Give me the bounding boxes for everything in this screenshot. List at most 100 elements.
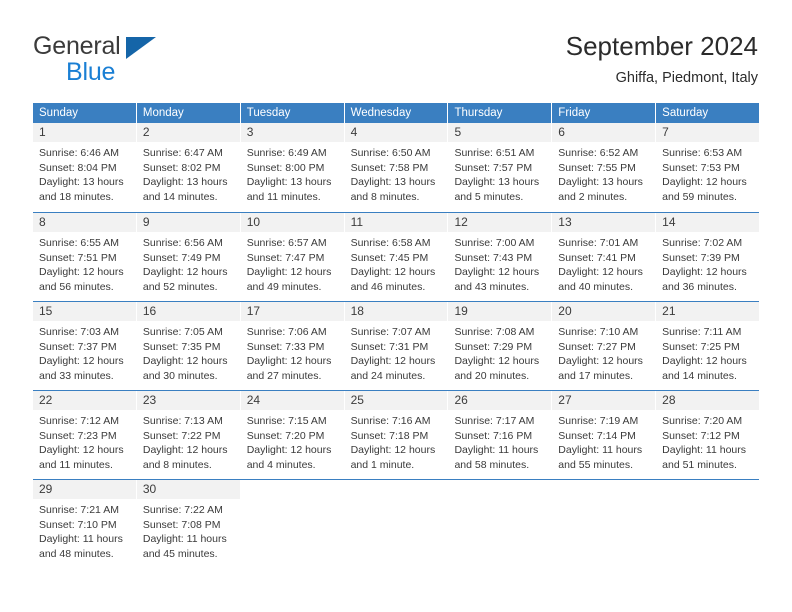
week-row: 1 Sunrise: 6:46 AM Sunset: 8:04 PM Dayli… — [33, 123, 760, 212]
daylight-text-line2: and 1 minute. — [350, 458, 415, 471]
calendar-page: General Blue September 2024 Ghiffa, Pied… — [0, 0, 792, 612]
daylight-text-line1: Daylight: 13 hours — [246, 176, 332, 189]
day-number: 27 — [558, 393, 572, 407]
day-number: 2 — [142, 125, 150, 139]
daylight-text-line1: Daylight: 13 hours — [454, 176, 540, 189]
day-number: 11 — [350, 215, 364, 229]
sunrise-text: Sunrise: 7:21 AM — [39, 504, 119, 516]
day-number-band: 14 — [656, 213, 760, 232]
sunrise-text: Sunrise: 6:53 AM — [662, 147, 743, 159]
day-cell-empty — [448, 480, 552, 568]
weekday-header-friday: Friday — [552, 103, 656, 123]
day-cell[interactable]: 7 Sunrise: 6:53 AM Sunset: 7:53 PM Dayli… — [656, 123, 760, 212]
page-header: General Blue September 2024 Ghiffa, Pied… — [0, 0, 792, 100]
daylight-text-line1: Daylight: 11 hours — [662, 444, 747, 457]
day-cell[interactable]: 16 Sunrise: 7:05 AM Sunset: 7:35 PM Dayl… — [136, 302, 240, 390]
day-details: Sunrise: 6:58 AM Sunset: 7:45 PM Dayligh… — [345, 232, 448, 294]
day-number-band: 25 — [344, 391, 448, 410]
day-number: 21 — [662, 304, 676, 318]
sunset-text: Sunset: 7:49 PM — [142, 251, 221, 264]
day-cell[interactable]: 21 Sunrise: 7:11 AM Sunset: 7:25 PM Dayl… — [656, 302, 760, 390]
day-number-band: 19 — [448, 302, 552, 321]
daylight-text-line2: and 2 minutes. — [558, 190, 628, 203]
day-number: 24 — [246, 393, 261, 407]
sunrise-text: Sunrise: 7:05 AM — [142, 326, 223, 338]
daylight-text-line1: Daylight: 12 hours — [246, 444, 332, 457]
day-details: Sunrise: 7:21 AM Sunset: 7:10 PM Dayligh… — [33, 499, 136, 561]
day-cell[interactable]: 4 Sunrise: 6:50 AM Sunset: 7:58 PM Dayli… — [344, 123, 448, 212]
day-cell[interactable]: 24 Sunrise: 7:15 AM Sunset: 7:20 PM Dayl… — [240, 391, 344, 479]
daylight-text-line2: and 51 minutes. — [662, 458, 737, 471]
day-number-band: 20 — [552, 302, 656, 321]
day-cell[interactable]: 14 Sunrise: 7:02 AM Sunset: 7:39 PM Dayl… — [656, 213, 760, 301]
daylight-text-line2: and 17 minutes. — [558, 369, 634, 382]
sunset-text: Sunset: 7:43 PM — [454, 251, 533, 264]
day-number-band: 6 — [552, 123, 656, 142]
day-number: 23 — [142, 393, 157, 407]
daylight-text-line1: Daylight: 12 hours — [142, 355, 228, 368]
day-details: Sunrise: 7:10 AM Sunset: 7:27 PM Dayligh… — [552, 321, 655, 383]
day-number: 10 — [246, 215, 261, 229]
daylight-text-line1: Daylight: 12 hours — [662, 266, 747, 279]
day-details: Sunrise: 6:47 AM Sunset: 8:02 PM Dayligh… — [137, 142, 240, 204]
day-number: 15 — [39, 304, 53, 318]
day-cell[interactable]: 8 Sunrise: 6:55 AM Sunset: 7:51 PM Dayli… — [33, 213, 136, 301]
day-cell[interactable]: 10 Sunrise: 6:57 AM Sunset: 7:47 PM Dayl… — [240, 213, 344, 301]
daylight-text-line1: Daylight: 11 hours — [558, 444, 643, 457]
day-details: Sunrise: 7:22 AM Sunset: 7:08 PM Dayligh… — [137, 499, 240, 561]
day-cell[interactable]: 20 Sunrise: 7:10 AM Sunset: 7:27 PM Dayl… — [552, 302, 656, 390]
sunset-text: Sunset: 7:23 PM — [39, 429, 117, 442]
sunrise-text: Sunrise: 7:22 AM — [142, 504, 223, 516]
sunrise-text: Sunrise: 6:49 AM — [246, 147, 327, 159]
day-details: Sunrise: 7:03 AM Sunset: 7:37 PM Dayligh… — [33, 321, 136, 383]
day-details: Sunrise: 7:02 AM Sunset: 7:39 PM Dayligh… — [656, 232, 759, 294]
daylight-text-line2: and 48 minutes. — [39, 547, 114, 560]
day-cell[interactable]: 15 Sunrise: 7:03 AM Sunset: 7:37 PM Dayl… — [33, 302, 136, 390]
daylight-text-line2: and 30 minutes. — [142, 369, 218, 382]
day-cell[interactable]: 30 Sunrise: 7:22 AM Sunset: 7:08 PM Dayl… — [136, 480, 240, 568]
day-number-band: 29 — [33, 480, 136, 499]
day-cell[interactable]: 11 Sunrise: 6:58 AM Sunset: 7:45 PM Dayl… — [344, 213, 448, 301]
day-cell[interactable]: 5 Sunrise: 6:51 AM Sunset: 7:57 PM Dayli… — [448, 123, 552, 212]
day-cell[interactable]: 28 Sunrise: 7:20 AM Sunset: 7:12 PM Dayl… — [656, 391, 760, 479]
day-cell[interactable]: 26 Sunrise: 7:17 AM Sunset: 7:16 PM Dayl… — [448, 391, 552, 479]
day-number: 29 — [39, 482, 53, 496]
daylight-text-line2: and 8 minutes. — [142, 458, 212, 471]
day-cell[interactable]: 2 Sunrise: 6:47 AM Sunset: 8:02 PM Dayli… — [136, 123, 240, 212]
day-cell[interactable]: 12 Sunrise: 7:00 AM Sunset: 7:43 PM Dayl… — [448, 213, 552, 301]
day-cell[interactable]: 22 Sunrise: 7:12 AM Sunset: 7:23 PM Dayl… — [33, 391, 136, 479]
day-cell[interactable]: 29 Sunrise: 7:21 AM Sunset: 7:10 PM Dayl… — [33, 480, 136, 568]
day-details: Sunrise: 7:13 AM Sunset: 7:22 PM Dayligh… — [137, 410, 240, 472]
daylight-text-line1: Daylight: 12 hours — [39, 266, 124, 279]
day-cell[interactable]: 23 Sunrise: 7:13 AM Sunset: 7:22 PM Dayl… — [136, 391, 240, 479]
day-details: Sunrise: 7:07 AM Sunset: 7:31 PM Dayligh… — [345, 321, 448, 383]
day-cell[interactable]: 3 Sunrise: 6:49 AM Sunset: 8:00 PM Dayli… — [240, 123, 344, 212]
day-number: 8 — [39, 215, 46, 229]
day-cell[interactable]: 1 Sunrise: 6:46 AM Sunset: 8:04 PM Dayli… — [33, 123, 136, 212]
sunset-text: Sunset: 7:47 PM — [246, 251, 325, 264]
daylight-text-line2: and 52 minutes. — [142, 280, 218, 293]
day-number: 30 — [142, 482, 157, 496]
daylight-text-line1: Daylight: 12 hours — [454, 266, 540, 279]
daylight-text-line1: Daylight: 12 hours — [350, 266, 436, 279]
week-row: 22 Sunrise: 7:12 AM Sunset: 7:23 PM Dayl… — [33, 390, 760, 479]
day-cell[interactable]: 17 Sunrise: 7:06 AM Sunset: 7:33 PM Dayl… — [240, 302, 344, 390]
day-details: Sunrise: 7:16 AM Sunset: 7:18 PM Dayligh… — [345, 410, 448, 472]
day-cell[interactable]: 25 Sunrise: 7:16 AM Sunset: 7:18 PM Dayl… — [344, 391, 448, 479]
general-blue-logo[interactable]: General Blue — [33, 33, 263, 89]
day-cell[interactable]: 19 Sunrise: 7:08 AM Sunset: 7:29 PM Dayl… — [448, 302, 552, 390]
day-cell-empty — [344, 480, 448, 568]
sunset-text: Sunset: 7:39 PM — [662, 251, 740, 264]
weekday-header-thursday: Thursday — [448, 103, 552, 123]
day-cell[interactable]: 13 Sunrise: 7:01 AM Sunset: 7:41 PM Dayl… — [552, 213, 656, 301]
day-cell[interactable]: 9 Sunrise: 6:56 AM Sunset: 7:49 PM Dayli… — [136, 213, 240, 301]
weekday-header-row: Sunday Monday Tuesday Wednesday Thursday… — [33, 103, 760, 123]
day-number-band: 9 — [136, 213, 240, 232]
daylight-text-line1: Daylight: 13 hours — [558, 176, 643, 189]
daylight-text-line1: Daylight: 12 hours — [142, 266, 228, 279]
day-cell[interactable]: 18 Sunrise: 7:07 AM Sunset: 7:31 PM Dayl… — [344, 302, 448, 390]
day-cell-empty — [240, 480, 344, 568]
day-cell[interactable]: 6 Sunrise: 6:52 AM Sunset: 7:55 PM Dayli… — [552, 123, 656, 212]
day-cell[interactable]: 27 Sunrise: 7:19 AM Sunset: 7:14 PM Dayl… — [552, 391, 656, 479]
sunrise-text: Sunrise: 7:06 AM — [246, 326, 327, 338]
